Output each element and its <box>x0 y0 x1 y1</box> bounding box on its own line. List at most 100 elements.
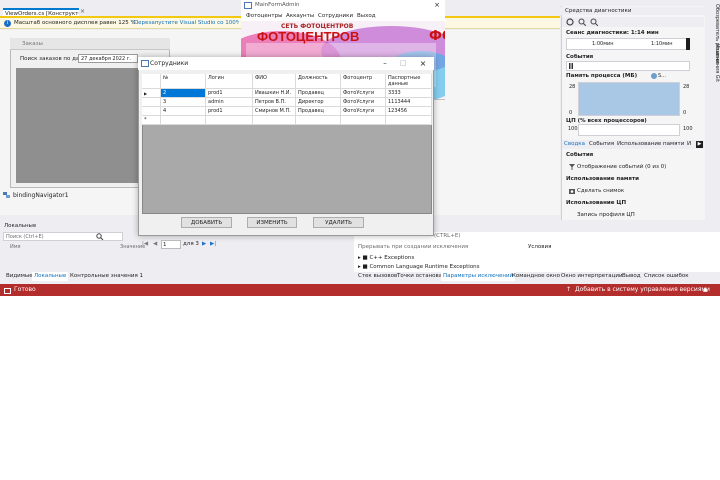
row-selector-icon[interactable]: ▶ <box>142 89 161 98</box>
search-icon[interactable] <box>96 233 104 241</box>
grid-cell[interactable]: Продавец <box>296 107 341 116</box>
add-employee-button[interactable]: ДОБАВИТЬ <box>181 217 232 228</box>
bell-icon[interactable]: ▲ <box>703 284 708 296</box>
take-snapshot-link[interactable]: Сделать снимок <box>577 188 624 194</box>
row-selector[interactable] <box>142 107 161 116</box>
tab-watch-1[interactable]: Контрольные значения 1 <box>68 272 145 281</box>
grid-cell[interactable]: 3333 <box>386 89 432 98</box>
zoom-out-icon[interactable] <box>590 18 599 27</box>
menu-employees[interactable]: Сотрудники <box>318 11 353 21</box>
tab-breakpoints[interactable]: Точки останова <box>395 272 444 281</box>
grid-cell[interactable]: 2 <box>161 89 206 98</box>
diagnostics-tabs: Сводка События Использование памяти И ▶ <box>562 140 704 149</box>
memory-axis-min-left: 0 <box>569 110 573 116</box>
tab-scroll-right-icon[interactable]: ▶ <box>696 141 703 148</box>
minimize-icon[interactable]: – <box>378 57 392 70</box>
edit-employee-button[interactable]: ИЗМЕНИТЬ <box>247 217 297 228</box>
grid-cell[interactable]: ФотоУслуги <box>341 107 386 116</box>
zoom-in-icon[interactable] <box>578 18 587 27</box>
tab-summary[interactable]: Сводка <box>564 140 585 149</box>
menu-exit[interactable]: Выход <box>357 11 376 21</box>
new-row-cell[interactable] <box>386 116 432 125</box>
dialog-icon <box>141 60 149 67</box>
move-first-icon[interactable]: |◀ <box>142 240 148 249</box>
grid-cell[interactable]: admin <box>206 98 253 107</box>
exception-row-cpp[interactable]: ▸ ■ C++ Exceptions <box>358 254 414 263</box>
new-row-cell[interactable] <box>206 116 253 125</box>
row-selector[interactable] <box>142 98 161 107</box>
new-row-cell[interactable] <box>161 116 206 125</box>
column-header[interactable]: Должность <box>296 74 341 89</box>
grid-cell[interactable]: Директор <box>296 98 341 107</box>
grid-cell[interactable]: Смирнов М.П. <box>253 107 296 116</box>
grid-cell[interactable]: Ивашкин Н.И. <box>253 89 296 98</box>
close-icon[interactable]: × <box>80 8 88 16</box>
column-header[interactable]: ФИО <box>253 74 296 89</box>
locals-search-input[interactable]: Поиск (Ctrl+E) <box>3 232 123 241</box>
tab-memory-usage[interactable]: Использование памяти <box>617 140 684 149</box>
git-changes-tab[interactable]: Изменения Git <box>706 44 720 104</box>
new-row-cell[interactable] <box>296 116 341 125</box>
exceptions-col-break: Прерывать при создании исключения <box>358 244 469 250</box>
grid-cell[interactable]: prod1 <box>206 107 253 116</box>
position-input[interactable]: 1 <box>161 240 181 249</box>
timeline-tick-1: 1:00мин <box>592 41 614 47</box>
column-header[interactable]: Паспортные данные <box>386 74 432 89</box>
grid-cell[interactable]: prod1 <box>206 89 253 98</box>
pause-icon[interactable] <box>568 63 574 69</box>
grid-cell[interactable]: 123456 <box>386 107 432 116</box>
diagnostics-title: Средства диагностики <box>561 7 705 15</box>
grid-cell[interactable]: ФотоУслуги <box>341 89 386 98</box>
tab-exception-settings[interactable]: Параметры исключений <box>441 272 516 281</box>
grid-cell[interactable]: 1113444 <box>386 98 432 107</box>
add-to-source-control[interactable]: Добавить в систему управления версиями <box>575 284 710 296</box>
banner-title-repeat: ФО <box>429 29 445 44</box>
move-next-icon[interactable]: ▶ <box>202 240 206 249</box>
move-last-icon[interactable]: ▶| <box>210 240 216 249</box>
column-header[interactable]: Логин <box>206 74 253 89</box>
binding-navigator-label[interactable]: bindingNavigator1 <box>13 192 69 199</box>
delete-employee-button[interactable]: УДАЛИТЬ <box>313 217 364 228</box>
show-events-link[interactable]: Отображение событий (0 из 0) <box>577 164 666 170</box>
new-row-cell[interactable] <box>341 116 386 125</box>
restart-link[interactable]: Перезапустите Visual Studio со 100%-ным <box>134 18 239 29</box>
exception-row-label: Common Language Runtime Exceptions <box>369 264 480 270</box>
tab-locals[interactable]: Локальные <box>32 272 69 281</box>
menu-photocenters[interactable]: Фотоцентры <box>246 11 282 21</box>
tab-output[interactable]: Вывод <box>620 272 643 281</box>
menu-accounts[interactable]: Аккаунты <box>286 11 314 21</box>
grid-cell[interactable]: 4 <box>161 107 206 116</box>
tab-call-stack[interactable]: Стек вызовов <box>356 272 399 281</box>
tab-error-list[interactable]: Список ошибок <box>642 272 691 281</box>
settings-icon[interactable] <box>566 18 574 26</box>
info-icon: i <box>4 20 11 27</box>
exception-settings-panel: (CTRL+E) Прерывать при создании исключен… <box>354 232 720 272</box>
new-row-selector[interactable]: * <box>142 116 161 125</box>
tab-more[interactable]: И <box>687 140 691 149</box>
column-header[interactable]: № <box>161 74 206 89</box>
order-date-picker[interactable]: 27 декабря 2022 г. <box>78 54 138 63</box>
tab-events[interactable]: События <box>589 140 614 149</box>
move-previous-icon[interactable]: ◀ <box>153 240 157 249</box>
tab-view-orders-designer[interactable]: ViewOrders.cs [Конструктор] <box>3 8 79 16</box>
exception-row-clr[interactable]: ▸ ■ Common Language Runtime Exceptions <box>358 263 480 272</box>
memory-legend-label: S... <box>658 73 666 79</box>
record-cpu-profile-link[interactable]: Запись профиля ЦП <box>577 212 635 218</box>
tab-autos[interactable]: Видимые <box>4 272 35 281</box>
bottom-tabs-right: Стек вызовов Точки останова Параметры ис… <box>354 272 720 281</box>
dialog-close-icon[interactable]: × <box>416 57 430 70</box>
cpu-chart <box>578 124 680 136</box>
grid-cell[interactable]: Продавец <box>296 89 341 98</box>
tab-immediate-window[interactable]: Окно интерпретации <box>559 272 625 281</box>
tab-command-window[interactable]: Командное окно <box>510 272 562 281</box>
exceptions-col-conditions: Условия <box>528 244 552 250</box>
grid-cell[interactable]: 3 <box>161 98 206 107</box>
maximize-icon[interactable]: □ <box>396 57 410 70</box>
column-header[interactable]: Фотоцентр <box>341 74 386 89</box>
arrow-up-icon[interactable]: ↑ <box>566 284 571 296</box>
diagnostics-toolbar <box>562 17 704 27</box>
new-row-cell[interactable] <box>253 116 296 125</box>
main-form-close-icon[interactable]: × <box>430 0 444 11</box>
grid-cell[interactable]: ФотоУслуги <box>341 98 386 107</box>
grid-cell[interactable]: Петров В.П. <box>253 98 296 107</box>
